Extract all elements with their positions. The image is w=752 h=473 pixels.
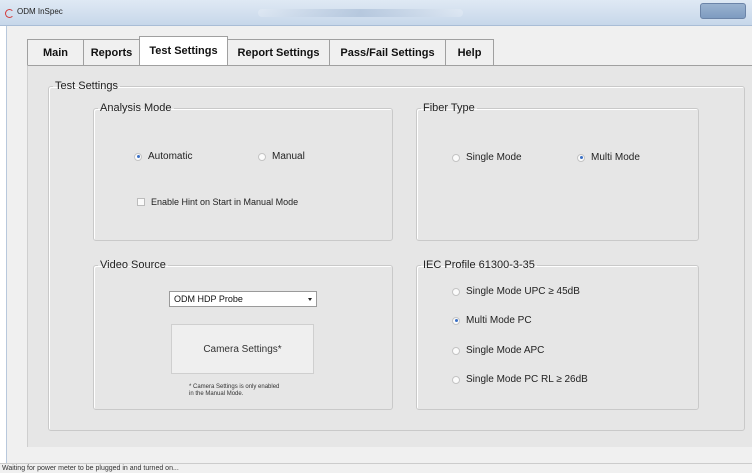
fiber-type-group: Fiber Type [416,102,699,241]
iec-profile-title: IEC Profile 61300-3-35 [423,259,535,271]
chevron-down-icon[interactable] [308,298,312,301]
status-bar: Waiting for power meter to be plugged in… [0,463,752,473]
checkbox-box[interactable] [137,198,145,206]
tab-pass-fail-settings[interactable]: Pass/Fail Settings [329,39,446,65]
enable-hint-checkbox[interactable]: Enable Hint on Start in Manual Mode [137,197,298,207]
analysis-mode-title: Analysis Mode [100,102,172,114]
test-settings-group-title: Test Settings [55,80,118,92]
manual-radio-label: Manual [272,151,305,162]
single-mode-apc-radio[interactable]: Single Mode APC [452,345,544,356]
app-logo-icon [5,9,14,18]
single-mode-label: Single Mode [466,152,522,163]
single-mode-upc-radio[interactable]: Single Mode UPC ≥ 45dB [452,286,580,297]
single-mode-upc-label: Single Mode UPC ≥ 45dB [466,286,580,297]
title-bar-caption-blur [258,9,463,17]
tab-report-settings[interactable]: Report Settings [227,39,330,65]
radio-button[interactable] [452,375,460,384]
window-close-button[interactable] [700,3,746,19]
single-mode-pc-rl-radio[interactable]: Single Mode PC RL ≥ 26dB [452,374,588,385]
analysis-mode-group: Analysis Mode [93,102,393,241]
radio-button[interactable] [452,287,460,296]
title-bar: ODM InSpec [0,0,752,26]
camera-note-line-2: in the Manual Mode. [189,391,244,397]
enable-hint-label: Enable Hint on Start in Manual Mode [151,197,299,207]
single-mode-radio[interactable]: Single Mode [452,152,522,163]
iec-profile-group: IEC Profile 61300-3-35 [416,259,699,410]
multi-mode-label: Multi Mode [591,152,640,163]
camera-settings-note: * Camera Settings is only enabled in the… [189,384,279,398]
tab-bar: Main Reports Test Settings Report Settin… [27,36,494,65]
radio-button[interactable] [577,153,585,162]
radio-button[interactable] [452,153,460,162]
tab-help[interactable]: Help [445,39,494,65]
automatic-radio-label: Automatic [148,151,193,162]
automatic-radio[interactable]: Automatic [134,151,192,162]
multi-mode-pc-radio[interactable]: Multi Mode PC [452,315,532,326]
single-mode-apc-label: Single Mode APC [466,345,545,356]
single-mode-pc-rl-label: Single Mode PC RL ≥ 26dB [466,374,588,385]
status-text: Waiting for power meter to be plugged in… [2,465,179,472]
fiber-type-title: Fiber Type [423,102,475,114]
video-source-title: Video Source [100,259,166,271]
video-source-selected: ODM HDP Probe [174,294,243,304]
test-settings-panel: Test Settings Analysis Mode Automatic Ma… [27,65,752,447]
app-frame: Main Reports Test Settings Report Settin… [6,26,752,473]
video-source-dropdown[interactable]: ODM HDP Probe [169,291,317,307]
camera-settings-button[interactable]: Camera Settings* [171,324,314,374]
multi-mode-radio[interactable]: Multi Mode [577,152,640,163]
tab-main[interactable]: Main [27,39,84,65]
multi-mode-pc-label: Multi Mode PC [466,315,532,326]
tab-reports[interactable]: Reports [83,39,140,65]
radio-button[interactable] [134,152,142,161]
window-title: ODM InSpec [17,7,63,16]
radio-button[interactable] [258,152,266,161]
radio-button[interactable] [452,346,460,355]
radio-button[interactable] [452,316,460,325]
manual-radio[interactable]: Manual [258,151,305,162]
tab-test-settings[interactable]: Test Settings [139,36,228,65]
camera-note-line-1: * Camera Settings is only enabled [189,384,280,390]
